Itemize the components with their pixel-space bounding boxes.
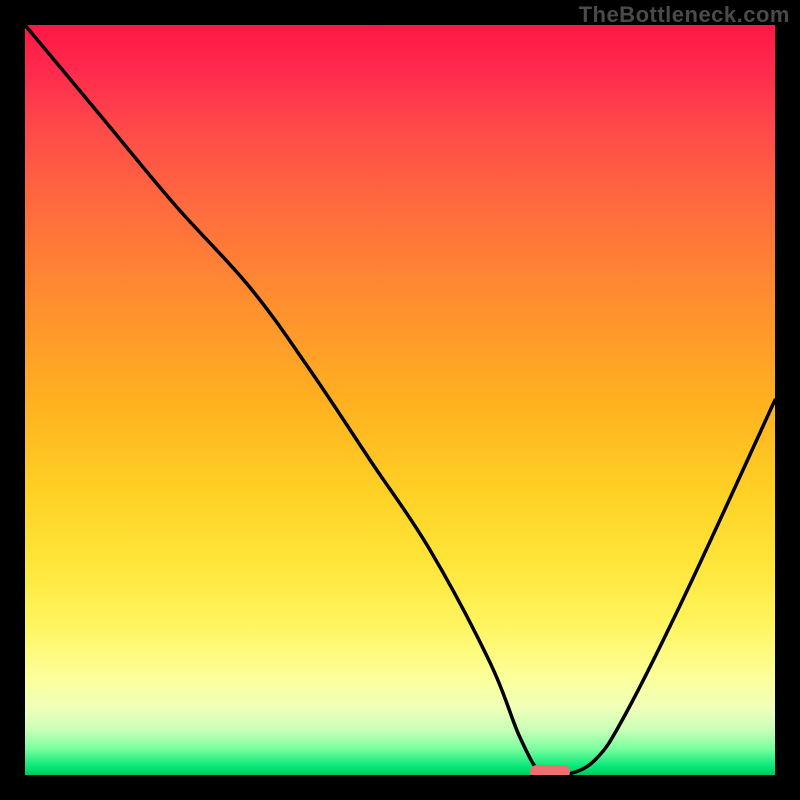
watermark-text: TheBottleneck.com — [579, 2, 790, 28]
optimal-marker — [530, 765, 570, 775]
bottleneck-line — [25, 25, 775, 775]
chart-container: TheBottleneck.com — [0, 0, 800, 800]
plot-area — [25, 25, 775, 775]
